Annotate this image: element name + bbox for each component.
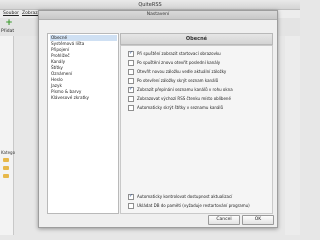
window-title: QuiteRSS bbox=[138, 2, 162, 8]
window-titlebar: QuiteRSS bbox=[0, 0, 300, 10]
dialog-titlebar: Nastavení bbox=[39, 11, 277, 20]
checkbox[interactable] bbox=[128, 86, 134, 93]
folder-icon[interactable] bbox=[3, 158, 9, 162]
folder-icon[interactable] bbox=[3, 166, 9, 170]
add-feed-label[interactable]: Přidat bbox=[1, 29, 14, 34]
option-label: Zobrazovat výchozí RSS čtenku místo oblí… bbox=[137, 96, 231, 101]
menu-soubor[interactable]: Soubor bbox=[3, 11, 19, 16]
feeds-panel: Katego bbox=[0, 36, 15, 235]
settings-dialog: Nastavení Obecné Systémová lišta Připoje… bbox=[38, 10, 278, 228]
folder-icon[interactable] bbox=[3, 174, 9, 178]
cancel-button[interactable]: Cancel bbox=[208, 215, 240, 225]
checkbox[interactable] bbox=[128, 96, 134, 102]
checkbox[interactable] bbox=[128, 69, 134, 75]
checkbox[interactable] bbox=[128, 50, 134, 57]
dialog-title: Nastavení bbox=[146, 12, 170, 17]
option-label: Ukládat DB do paměti (vyžaduje restartov… bbox=[137, 203, 250, 208]
nav-item-klavesove-zkratky[interactable]: Klávesové zkratky bbox=[50, 95, 117, 101]
news-panel-edge bbox=[285, 36, 300, 235]
general-settings-page: Při spuštění zobrazit startovací obrazov… bbox=[120, 45, 273, 214]
checkbox[interactable] bbox=[128, 193, 134, 200]
checkbox[interactable] bbox=[128, 78, 134, 84]
page-header: Obecné bbox=[120, 33, 273, 45]
option-label: Po otevření záložky skrýt seznam kanálů bbox=[137, 78, 219, 83]
option-label: Při spuštění zobrazit startovací obrazov… bbox=[137, 51, 221, 56]
option-label: Po spuštění znovu otevřít poslední kanál… bbox=[137, 60, 221, 65]
option-label: Zobrazit přepínání seznamu kanálů v rohu… bbox=[137, 87, 233, 92]
page-title: Obecné bbox=[185, 36, 208, 42]
checkbox[interactable] bbox=[128, 105, 134, 111]
checkbox[interactable] bbox=[128, 60, 134, 66]
add-feed-icon[interactable]: + bbox=[5, 19, 13, 28]
categories-label[interactable]: Katego bbox=[1, 150, 15, 155]
settings-category-list: Obecné Systémová lišta Připojení Prohlíž… bbox=[47, 33, 119, 214]
option-label: Automaticky skrýt štítky v seznamu kanál… bbox=[137, 105, 224, 110]
checkbox[interactable] bbox=[128, 203, 134, 209]
option-label: Otevřít novou záložku vedle aktuální zál… bbox=[137, 69, 227, 74]
option-label: Automaticky kontrolovat dostupnost aktua… bbox=[137, 194, 233, 199]
ok-button[interactable]: OK bbox=[242, 215, 274, 225]
